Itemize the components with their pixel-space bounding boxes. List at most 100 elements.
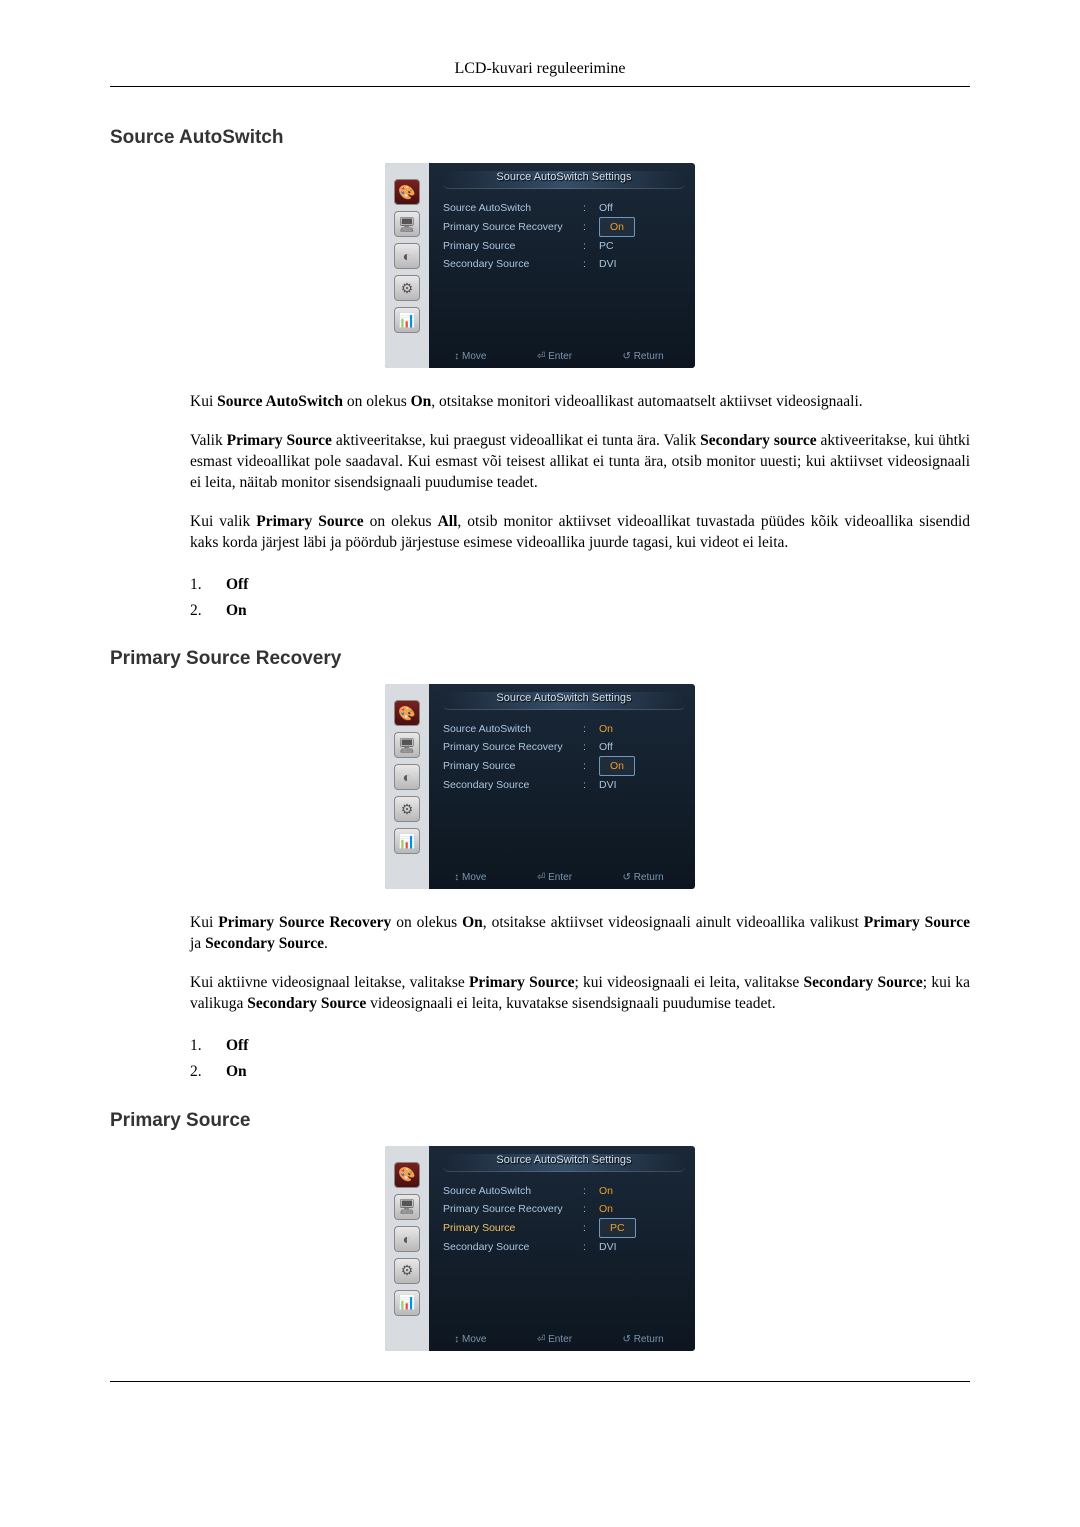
- body-paragraph: Kui valik Primary Source on olekus All, …: [190, 512, 970, 554]
- bold-text: Primary Source: [256, 513, 363, 530]
- osd-menu-icon[interactable]: 🖥: [394, 732, 420, 758]
- list-marker: 1.: [190, 1033, 208, 1059]
- colon: :: [583, 1182, 593, 1200]
- osd-setting-row[interactable]: Primary Source Recovery:Off: [443, 738, 685, 756]
- osd-title: Source AutoSwitch Settings: [443, 692, 685, 710]
- bold-text: Primary Source: [864, 914, 970, 931]
- osd-menu-icon[interactable]: ⚙: [394, 275, 420, 301]
- osd-setting-value: On: [593, 217, 685, 237]
- osd-setting-label: Primary Source Recovery: [443, 738, 583, 756]
- bold-text: Primary Source Recovery: [218, 914, 391, 931]
- osd-setting-row[interactable]: Secondary Source:DVI: [443, 776, 685, 794]
- enter-hint: ⏎ Enter: [537, 351, 572, 362]
- osd-setting-value: DVI: [593, 255, 685, 273]
- return-hint: ↺ Return: [623, 351, 664, 362]
- colon: :: [583, 1219, 593, 1237]
- osd-setting-row[interactable]: Primary Source:PC: [443, 237, 685, 255]
- osd-sidebar: 🎨 🖥 ◐ ⚙ 📊: [385, 1146, 429, 1351]
- osd-setting-value: DVI: [593, 776, 685, 794]
- colon: :: [583, 255, 593, 273]
- osd-setting-row[interactable]: Source AutoSwitch:On: [443, 720, 685, 738]
- move-hint: ↕ Move: [454, 1334, 486, 1345]
- osd-footer: ↕ Move ⏎ Enter ↺ Return: [429, 1334, 689, 1345]
- osd-panel: 🎨🖥◐⚙📊Source AutoSwitch SettingsSource Au…: [385, 1146, 695, 1351]
- bold-text: Secondary Source: [247, 995, 366, 1012]
- colon: :: [583, 199, 593, 217]
- colon: :: [583, 1200, 593, 1218]
- osd-menu-icon[interactable]: 🎨: [394, 700, 420, 726]
- bold-text: Primary Source: [227, 432, 332, 449]
- list-marker: 1.: [190, 572, 208, 598]
- bold-text: Primary Source: [469, 974, 575, 991]
- osd-setting-label: Secondary Source: [443, 1238, 583, 1256]
- osd-panel: 🎨🖥◐⚙📊Source AutoSwitch SettingsSource Au…: [385, 163, 695, 368]
- osd-setting-value: On: [593, 1182, 685, 1200]
- osd-menu-icon[interactable]: 📊: [394, 828, 420, 854]
- osd-setting-row[interactable]: Source AutoSwitch:Off: [443, 199, 685, 217]
- osd-setting-label: Secondary Source: [443, 776, 583, 794]
- osd-footer: ↕ Move⏎ Enter↺ Return: [429, 872, 689, 883]
- bold-text: Secondary Source: [803, 974, 922, 991]
- page-header: LCD-kuvari reguleerimine: [110, 60, 970, 87]
- option-list: 1.Off2.On: [190, 572, 970, 625]
- osd-main: Source AutoSwitch Settings Source AutoSwi…: [429, 684, 695, 889]
- list-item-label: On: [226, 598, 247, 624]
- bold-text: All: [438, 513, 458, 530]
- osd-menu-icon[interactable]: ◐: [394, 764, 420, 790]
- return-hint: ↺ Return: [623, 1334, 664, 1345]
- list-marker: 2.: [190, 1059, 208, 1085]
- osd-menu-icon[interactable]: ◐: [394, 1226, 420, 1252]
- colon: :: [583, 237, 593, 255]
- osd-setting-row[interactable]: Primary Source Recovery:On: [443, 217, 685, 237]
- osd-footer: ↕ Move ⏎ Enter ↺ Return: [429, 351, 689, 362]
- osd-sidebar: 🎨 🖥 ◐ ⚙ 📊: [385, 163, 429, 368]
- osd-setting-value: On: [593, 1200, 685, 1218]
- osd-title: Source AutoSwitch Settings: [443, 171, 685, 189]
- body-paragraph: Kui Primary Source Recovery on olekus On…: [190, 913, 970, 955]
- list-item: 1. Off: [190, 1033, 970, 1059]
- osd-setting-value: DVI: [593, 1238, 685, 1256]
- bold-text: On: [411, 393, 432, 410]
- colon: :: [583, 720, 593, 738]
- osd-setting-label: Secondary Source: [443, 255, 583, 273]
- osd-menu-icon[interactable]: ⚙: [394, 796, 420, 822]
- osd-setting-row[interactable]: Secondary Source:DVI: [443, 1238, 685, 1256]
- move-hint: ↕ Move: [454, 872, 486, 883]
- bold-text: Source AutoSwitch: [217, 393, 343, 410]
- osd-setting-row[interactable]: Primary Source Recovery:On: [443, 1200, 685, 1218]
- osd-setting-row[interactable]: Source AutoSwitch:On: [443, 1182, 685, 1200]
- osd-setting-row[interactable]: Primary Source:PC: [443, 1218, 685, 1238]
- osd-setting-value: PC: [593, 237, 685, 255]
- osd-menu-icon[interactable]: ⚙: [394, 1258, 420, 1284]
- osd-menu-icon[interactable]: 📊: [394, 1290, 420, 1316]
- osd-setting-value: Off: [593, 199, 685, 217]
- osd-setting-label: Source AutoSwitch: [443, 1182, 583, 1200]
- osd-setting-label: Primary Source: [443, 757, 583, 775]
- list-item-label: Off: [226, 1033, 248, 1059]
- osd-setting-row[interactable]: Secondary Source:DVI: [443, 255, 685, 273]
- return-hint: ↺ Return: [623, 872, 664, 883]
- osd-menu-icon[interactable]: 🖥: [394, 211, 420, 237]
- osd-setting-row[interactable]: Primary Source:On: [443, 756, 685, 776]
- osd-menu-icon[interactable]: 🎨: [394, 179, 420, 205]
- osd-setting-label: Primary Source Recovery: [443, 1200, 583, 1218]
- osd-setting-label: Primary Source Recovery: [443, 218, 583, 236]
- enter-hint: ⏎ Enter: [537, 1334, 572, 1345]
- osd-menu-icon[interactable]: 🖥: [394, 1194, 420, 1220]
- osd-setting-label: Primary Source: [443, 1219, 583, 1237]
- list-item-label: Off: [226, 572, 248, 598]
- bold-text: Secondary source: [700, 432, 816, 449]
- move-hint: ↕ Move: [454, 351, 486, 362]
- section-heading: Primary Source: [110, 1110, 970, 1132]
- osd-setting-value: On: [593, 756, 685, 776]
- body-paragraph: Kui aktiivne videosignaal leitakse, vali…: [190, 973, 970, 1015]
- list-item-label: On: [226, 1059, 247, 1085]
- osd-menu-icon[interactable]: 🎨: [394, 1162, 420, 1188]
- osd-main: Source AutoSwitch Settings Source AutoSwi…: [429, 163, 695, 368]
- footer-rule: [110, 1381, 970, 1382]
- osd-title: Source AutoSwitch Settings: [443, 1154, 685, 1172]
- osd-menu-icon[interactable]: 📊: [394, 307, 420, 333]
- section-heading: Source AutoSwitch: [110, 127, 970, 149]
- osd-menu-icon[interactable]: ◐: [394, 243, 420, 269]
- osd-main: Source AutoSwitch Settings Source AutoSwi…: [429, 1146, 695, 1351]
